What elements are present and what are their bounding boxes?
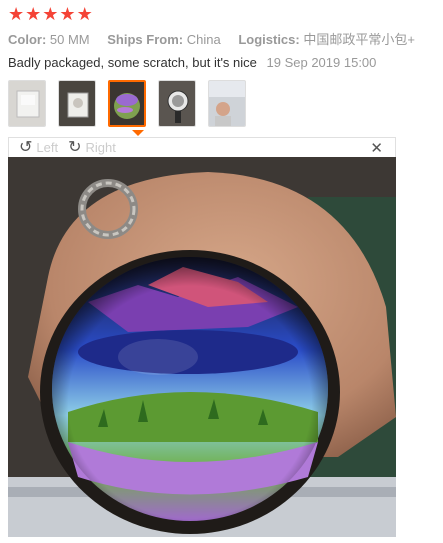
active-thumb-caret (132, 130, 144, 136)
review-line: Badly packaged, some scratch, but it's n… (8, 55, 376, 70)
rating-stars: ★ ★ ★ ★ ★ (8, 5, 93, 23)
star-icon: ★ (8, 4, 25, 24)
rotate-right-label: Right (85, 140, 116, 155)
thumbnail-5[interactable] (208, 80, 246, 127)
star-icon: ★ (76, 4, 93, 24)
rotate-left-icon: ↺ (19, 138, 33, 156)
rotate-left-label: Left (36, 140, 59, 155)
star-icon: ★ (25, 4, 42, 24)
ships-from-value: China (186, 32, 221, 47)
logistics-label: Logistics: (238, 32, 300, 47)
close-icon[interactable]: ✕ (370, 139, 383, 157)
rotate-right-icon: ↻ (68, 138, 82, 156)
viewer-toolbar: ↺ Left ↻ Right ✕ (8, 137, 396, 157)
star-icon: ★ (42, 4, 59, 24)
logistics-value: 中国邮政平常小包+ (303, 32, 415, 47)
star-icon: ★ (59, 4, 76, 24)
review-photo (8, 157, 396, 537)
thumbnail-2[interactable] (58, 80, 96, 127)
thumbnail-4[interactable] (158, 80, 196, 127)
thumbnail-3[interactable] (108, 80, 146, 127)
thumbnail-strip (8, 80, 246, 127)
review-date: 19 Sep 2019 15:00 (266, 55, 377, 70)
ships-from-label: Ships From: (107, 32, 184, 47)
thumbnail-1[interactable] (8, 80, 46, 127)
color-value: 50 MM (49, 32, 90, 47)
rotate-left-button[interactable]: ↺ Left (19, 138, 59, 156)
color-label: Color: (8, 32, 47, 47)
image-viewer (8, 157, 396, 537)
review-text: Badly packaged, some scratch, but it's n… (8, 55, 257, 70)
rotate-right-button[interactable]: ↻ Right (68, 138, 116, 156)
review-meta: Color: 50 MM Ships From: China Logistics… (8, 29, 429, 48)
